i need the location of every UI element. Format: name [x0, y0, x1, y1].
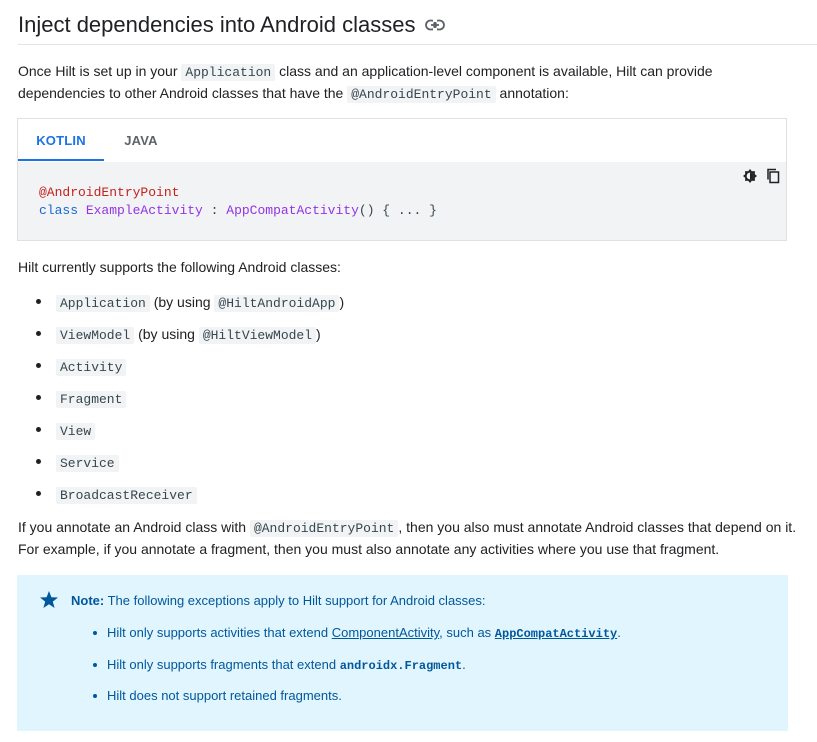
code-android-entry-point-2: @AndroidEntryPoint	[249, 520, 399, 537]
appcompat-activity-code[interactable]: AppCompatActivity	[495, 627, 617, 641]
supports-paragraph: Hilt currently supports the following An…	[18, 259, 341, 275]
class-code: Application	[56, 295, 150, 312]
code-content: @AndroidEntryPoint class ExampleActivity…	[39, 184, 437, 220]
list-item: BroadcastReceiver	[18, 482, 344, 514]
class-note-end: )	[316, 326, 321, 342]
note-callout: Note: The following exceptions apply to …	[17, 575, 788, 731]
list-item: Application (by using @HiltAndroidApp)	[18, 290, 344, 322]
note-item-text: Hilt only supports activities that exten…	[107, 625, 332, 640]
note-list: Hilt only supports activities that exten…	[71, 624, 621, 719]
page: Inject dependencies into Android classes…	[0, 0, 817, 742]
code-tabs: KOTLIN JAVA @AndroidEntryPoint class Exa…	[17, 118, 787, 241]
code-superclass: AppCompatActivity	[226, 203, 359, 218]
class-code: Service	[56, 455, 119, 472]
annotation-code: @HiltViewModel	[198, 327, 317, 344]
fragment-code: androidx.Fragment	[339, 658, 463, 673]
list-item: Hilt only supports activities that exten…	[71, 624, 621, 656]
note-item-text: , such as	[439, 625, 495, 640]
list-item: Fragment	[18, 386, 344, 418]
note-item-text: .	[462, 656, 466, 672]
appcompat-activity-link[interactable]: AppCompatActivity	[495, 625, 617, 641]
class-code: Activity	[56, 359, 127, 376]
code-class-name: ExampleActivity	[85, 203, 203, 218]
section-heading: Inject dependencies into Android classes	[18, 10, 817, 45]
list-item: View	[18, 418, 344, 450]
class-note: (by using	[149, 294, 215, 310]
annotate-paragraph: If you annotate an Android class with @A…	[18, 517, 798, 560]
code-application: Application	[181, 64, 276, 81]
class-note: (by using	[134, 326, 199, 342]
code-tools	[738, 168, 780, 187]
note-item-text: Hilt does not support retained fragments…	[107, 688, 342, 703]
note-label: Note:	[71, 593, 105, 608]
code-rest: () { ... }	[358, 203, 437, 218]
list-item: Hilt does not support retained fragments…	[71, 687, 621, 719]
intro-paragraph: Once Hilt is set up in your Application …	[18, 61, 798, 105]
class-code: ViewModel	[56, 327, 135, 344]
dark-mode-icon[interactable]	[742, 168, 758, 187]
annotate-text-1: If you annotate an Android class with	[18, 519, 250, 535]
note-item-text: Hilt only supports fragments that extend	[107, 656, 340, 672]
class-code: BroadcastReceiver	[56, 487, 197, 504]
star-icon	[39, 590, 59, 613]
note-title: Note: The following exceptions apply to …	[71, 592, 486, 610]
list-item: Service	[18, 450, 344, 482]
supported-classes-list: Application (by using @HiltAndroidApp) V…	[18, 290, 344, 514]
code-block: @AndroidEntryPoint class ExampleActivity…	[18, 162, 786, 240]
class-code: Fragment	[56, 391, 127, 408]
tab-kotlin[interactable]: KOTLIN	[18, 119, 104, 161]
page-title: Inject dependencies into Android classes	[18, 12, 416, 37]
class-note-end: )	[339, 294, 345, 310]
code-android-entry-point: @AndroidEntryPoint	[347, 86, 496, 103]
copy-icon[interactable]	[766, 168, 780, 187]
link-icon[interactable]	[425, 18, 446, 34]
code-line-annotation: @AndroidEntryPoint	[39, 185, 180, 200]
list-item: Hilt only supports fragments that extend…	[71, 656, 621, 688]
note-item-text: .	[617, 625, 621, 640]
annotation-code: @HiltAndroidApp	[214, 295, 340, 312]
intro-text-1: Once Hilt is set up in your	[18, 63, 182, 79]
list-item: Activity	[18, 354, 344, 386]
list-item: ViewModel (by using @HiltViewModel)	[18, 322, 344, 354]
tab-bar: KOTLIN JAVA	[18, 119, 786, 163]
tab-java[interactable]: JAVA	[104, 119, 178, 161]
code-separator: :	[202, 203, 227, 218]
code-keyword: class	[39, 203, 79, 218]
class-code: View	[56, 423, 96, 440]
intro-text-3: annotation:	[495, 85, 569, 101]
component-activity-link[interactable]: ComponentActivity	[332, 625, 439, 640]
note-text: The following exceptions apply to Hilt s…	[104, 593, 486, 608]
